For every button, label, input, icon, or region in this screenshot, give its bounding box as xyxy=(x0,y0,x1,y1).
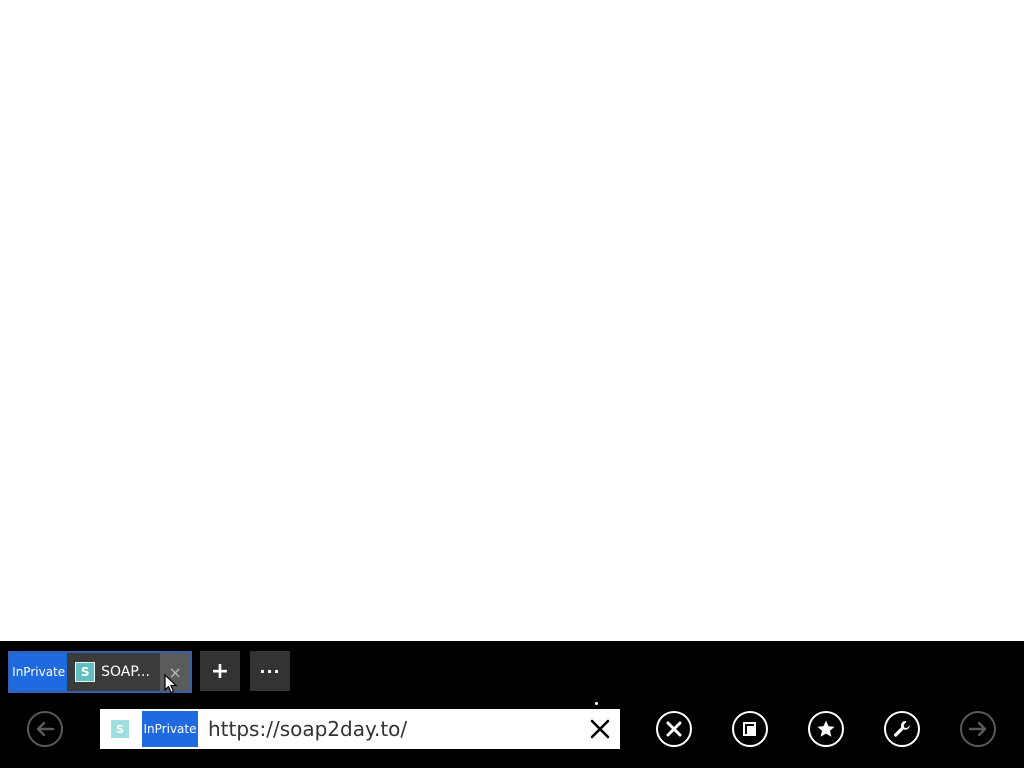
right-arrow-icon xyxy=(968,721,987,737)
tab-favicon-icon: S xyxy=(75,662,96,682)
page-tools-button[interactable] xyxy=(884,711,920,747)
tabs-button[interactable] xyxy=(732,711,768,747)
back-button[interactable] xyxy=(27,711,63,747)
tab-title: SOAP... xyxy=(101,664,150,680)
address-bar[interactable]: S InPrivate xyxy=(100,709,620,749)
forward-button[interactable] xyxy=(960,711,996,747)
wrench-icon xyxy=(894,721,910,737)
favorites-button[interactable] xyxy=(808,711,844,747)
app-bar: InPrivate S SOAP... × + ··· S InPrivate xyxy=(0,641,1024,768)
tab-tools-button[interactable]: ··· xyxy=(250,651,290,691)
site-favicon-icon: S xyxy=(111,720,129,738)
url-input[interactable] xyxy=(198,716,580,742)
mouse-cursor-icon xyxy=(164,674,178,694)
new-tab-button[interactable]: + xyxy=(200,651,240,691)
tabs-icon xyxy=(743,722,756,736)
clear-address-button[interactable] xyxy=(580,709,620,749)
stop-x-icon xyxy=(666,721,682,737)
close-icon xyxy=(590,719,610,739)
address-inprivate-badge: InPrivate xyxy=(142,711,198,747)
star-icon xyxy=(817,720,835,737)
left-arrow-icon xyxy=(36,721,55,737)
tab-inprivate-badge: InPrivate xyxy=(10,653,68,691)
page-content-area xyxy=(0,0,1024,641)
stop-button[interactable] xyxy=(656,711,692,747)
loading-indicator xyxy=(595,702,598,705)
